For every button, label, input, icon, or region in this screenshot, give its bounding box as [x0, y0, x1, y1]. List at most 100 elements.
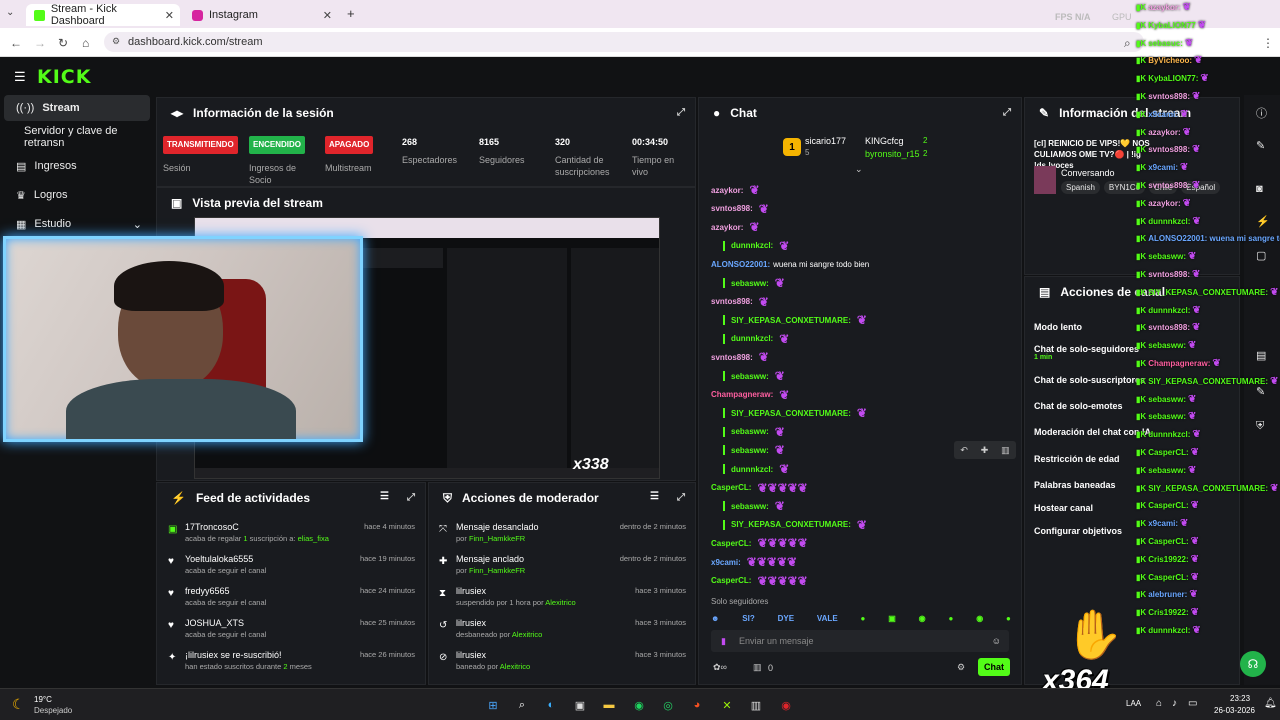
chat-message[interactable]: sebasww: ❦ — [723, 367, 785, 385]
activity-item[interactable]: ♥ fredyy6565 acaba de seguir el canal hace… — [168, 586, 420, 616]
zoom-icon[interactable]: ⌕ — [1124, 36, 1131, 51]
sidebar-item-logros[interactable]: ♛ Logros — [4, 182, 150, 208]
tab-instagram[interactable]: Instagram ✕ — [184, 4, 338, 26]
chat-username[interactable]: sebasww: — [731, 279, 769, 288]
chat-message[interactable]: x9cami: ❦❦❦❦❦ — [711, 553, 797, 571]
close-tab-icon[interactable]: ✕ — [165, 9, 174, 22]
language-indicator[interactable]: LAA — [1126, 699, 1141, 708]
moderator-name[interactable]: Finn_HamkkeFR — [469, 534, 525, 543]
mod-action-item[interactable]: ✚ Mensaje anclado por Finn_HamkkeFR dentro … — [439, 554, 691, 584]
activity-item[interactable]: ✦ ¡lilrusiex se re-suscribió! han estado s… — [168, 650, 420, 680]
site-info-icon[interactable]: ⚙ — [112, 36, 120, 47]
emote-icon[interactable]: ◉ — [976, 614, 983, 623]
tag[interactable]: Spanish — [1061, 181, 1100, 194]
chat-message[interactable]: CasperCL: ❦❦❦❦❦ — [711, 572, 808, 590]
chat-username[interactable]: sebasww: — [731, 446, 769, 455]
mod-action-item[interactable]: ⤧ Mensaje desanclado por Finn_HamkkeFR dent… — [439, 522, 691, 552]
start-menu-icon[interactable]: ⊞ — [484, 697, 502, 713]
expand-icon[interactable]: ⤢ — [677, 492, 685, 503]
chat-username[interactable]: sebasww: — [731, 502, 769, 511]
chat-username[interactable]: svntos898: — [711, 204, 753, 213]
expand-icon[interactable]: ⤢ — [407, 492, 415, 503]
xbox-icon[interactable]: ✕ — [718, 697, 736, 713]
chat-message[interactable]: dunnnkzcl: ❦ — [723, 237, 789, 255]
reply-icon[interactable]: ↶ — [960, 445, 968, 456]
emote-icon[interactable]: ● — [861, 614, 866, 623]
new-tab-icon[interactable]: + — [347, 6, 355, 21]
chat-username[interactable]: dunnnkzcl: — [731, 465, 773, 474]
emote-icon[interactable]: ☻ — [711, 614, 719, 623]
mod-action-item[interactable]: ↺ lilrusiex desbaneado por Alexitrico hace … — [439, 618, 691, 648]
chrome-icon[interactable]: ◕ — [688, 697, 706, 713]
chat-message[interactable]: azaykor: ❦ — [711, 218, 760, 236]
activity-recipient[interactable]: elias_fixa — [298, 534, 329, 543]
moderator-name[interactable]: Alexitrico — [545, 598, 575, 607]
chat-message[interactable]: sebasww: ❦ — [723, 423, 785, 441]
forward-icon[interactable]: → — [34, 36, 46, 50]
chat-username[interactable]: CasperCL: — [711, 483, 751, 492]
chevron-down-icon[interactable]: ⌄ — [855, 164, 863, 175]
emote-icon[interactable]: ● — [1006, 614, 1011, 623]
kick-logo[interactable]: KICK — [37, 66, 91, 88]
chat-message[interactable]: ALONSO22001: wuena mi sangre todo bien — [711, 255, 869, 273]
emote-label[interactable]: DYE — [778, 614, 794, 623]
search-icon[interactable]: ⌕ — [513, 697, 531, 713]
store-icon[interactable]: ▣ — [571, 697, 589, 713]
back-icon[interactable]: ← — [10, 36, 22, 50]
emote-icon[interactable]: ◉ — [919, 614, 926, 623]
mic-icon[interactable]: ▮ — [721, 636, 726, 647]
chat-message[interactable]: dunnnkzcl: ❦ — [723, 330, 789, 348]
emoji-icon[interactable]: ☺ — [992, 636, 1001, 646]
chat-message[interactable]: sebasww: ❦ — [723, 441, 785, 459]
chat-username[interactable]: svntos898: — [711, 353, 753, 362]
tab-list-icon[interactable]: ⌄ — [6, 7, 14, 18]
mod-action-item[interactable]: ⊘ lilrusiex baneado por Alexitrico hace 3 m… — [439, 650, 691, 680]
spotify-icon[interactable]: ◉ — [630, 697, 648, 713]
chat-message[interactable]: svntos898: ❦ — [711, 200, 769, 218]
chat-message[interactable]: svntos898: ❦ — [711, 293, 769, 311]
battery-icon[interactable]: ▭ — [1188, 698, 1197, 709]
pin-icon[interactable]: ✚ — [981, 445, 989, 456]
activity-item[interactable]: ▣ 17TroncosoC acaba de regalar 1 suscripci… — [168, 522, 420, 552]
chat-username[interactable]: x9cami: — [711, 558, 741, 567]
network-icon[interactable]: ⌂ — [1156, 698, 1162, 709]
sidebar-item-estudio[interactable]: ▦ Estudio ⌄ — [4, 211, 150, 237]
whatsapp-icon[interactable]: ◎ — [659, 697, 677, 713]
obs-icon[interactable]: ◉ — [777, 697, 795, 713]
emote-icon[interactable]: ▣ — [888, 614, 896, 623]
moderator-name[interactable]: Alexitrico — [512, 630, 542, 639]
expand-icon[interactable]: ⤢ — [1003, 107, 1011, 118]
gift-icon[interactable]: ▥ — [753, 662, 762, 673]
chat-message[interactable]: svntos898: ❦ — [711, 348, 769, 366]
sidebar-item-server-key[interactable]: Servidor y clave de retransn — [4, 124, 150, 150]
chat-message[interactable]: dunnnkzcl: ❦ — [723, 460, 789, 478]
chat-username[interactable]: SIY_KEPASA_CONXETUMARE: — [731, 520, 851, 529]
reload-icon[interactable]: ↻ — [58, 36, 68, 50]
chat-input[interactable]: ▮ Enviar un mensaje ☺ — [711, 630, 1009, 652]
chat-message[interactable]: SIY_KEPASA_CONXETUMARE: ❦ — [723, 404, 867, 422]
edge-icon[interactable]: ◐ — [542, 697, 560, 713]
gifter-name[interactable]: KINGcfcg — [865, 136, 904, 146]
chat-username[interactable]: SIY_KEPASA_CONXETUMARE: — [731, 316, 851, 325]
explorer-icon[interactable]: ▬ — [600, 697, 618, 713]
chat-username[interactable]: dunnnkzcl: — [731, 241, 773, 250]
chat-username[interactable]: SIY_KEPASA_CONXETUMARE: — [731, 409, 851, 418]
gifter-name[interactable]: sicario177 — [805, 136, 846, 146]
chat-message[interactable]: Champagneraw: ❦ — [711, 386, 789, 404]
hamburger-menu-icon[interactable]: ☰ — [14, 69, 26, 85]
chat-message[interactable]: sebasww: ❦ — [723, 497, 785, 515]
clock-date[interactable]: 26-03-2026 — [1214, 706, 1255, 715]
chat-message[interactable]: CasperCL: ❦❦❦❦❦ — [711, 534, 808, 552]
chat-message[interactable]: SIY_KEPASA_CONXETUMARE: ❦ — [723, 516, 867, 534]
clock-time[interactable]: 23:23 — [1230, 694, 1250, 703]
filter-icon[interactable]: ☰ — [380, 491, 389, 502]
app-icon[interactable]: ▥ — [747, 697, 765, 713]
chat-username[interactable]: dunnnkzcl: — [731, 334, 773, 343]
points-icon[interactable]: ✿∞ — [713, 662, 727, 673]
emote-icon[interactable]: ● — [948, 614, 953, 623]
chat-message[interactable]: SIY_KEPASA_CONXETUMARE: ❦ — [723, 311, 867, 329]
trash-icon[interactable]: ▥ — [1001, 445, 1010, 456]
notification-icon[interactable]: 🔔︎ — [1264, 698, 1277, 709]
volume-icon[interactable]: ♪ — [1172, 698, 1177, 709]
chat-username[interactable]: azaykor: — [711, 186, 743, 195]
